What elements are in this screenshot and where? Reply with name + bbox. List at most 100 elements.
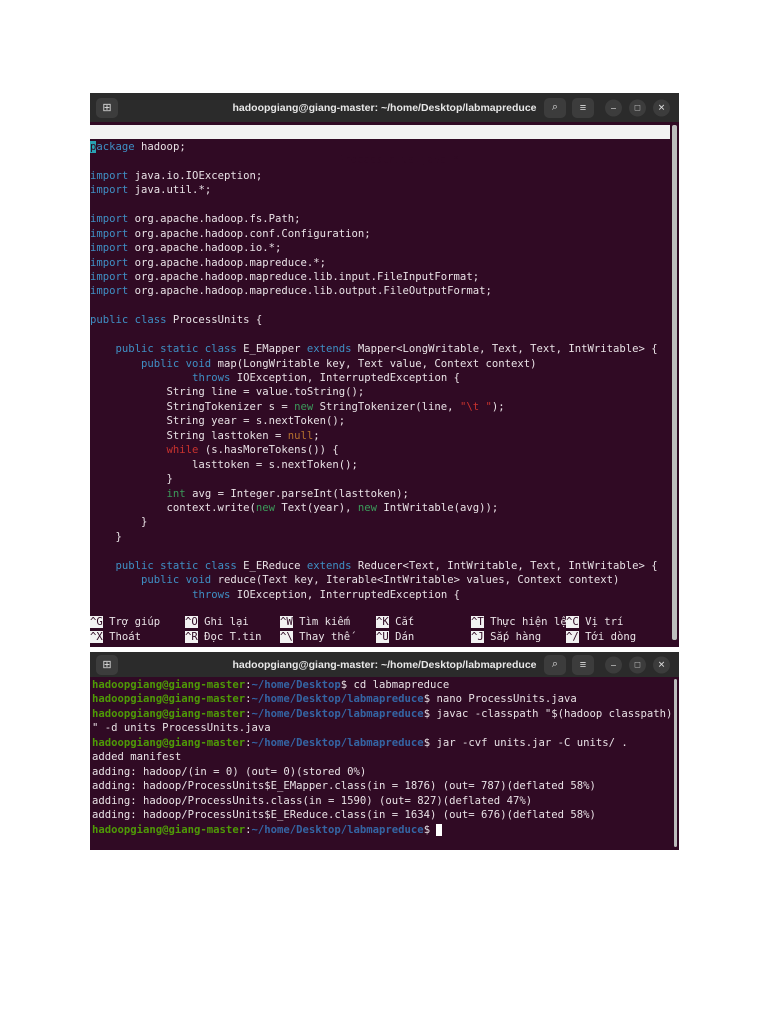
code-token: IntWritable(avg)); [377, 501, 499, 514]
close-button[interactable]: ✕ [653, 99, 670, 116]
prompt-path: ~/home/Desktop/labmapreduce [251, 736, 424, 749]
search-button[interactable]: ⌕ [544, 654, 566, 675]
output-line: adding: hadoop/ProcessUnits.class(in = 1… [92, 794, 672, 808]
code-line: while (s.hasMoreTokens()) { [90, 443, 658, 457]
menu-button[interactable]: ≡ [572, 654, 594, 675]
code-token: new [294, 400, 314, 413]
code-token: context.write( [90, 501, 256, 514]
code-line: public class ProcessUnits { [90, 313, 658, 327]
code-line: public static class E_EMapper extends Ma… [90, 342, 658, 356]
prompt-user: hadoopgiang@giang-master [92, 679, 246, 691]
shortcut-item[interactable]: ^\ Thay thế [280, 630, 350, 644]
shortcut-item[interactable]: ^/ Tới dòng [566, 630, 636, 644]
shortcut-item[interactable]: ^X Thoát [90, 630, 141, 644]
code-token: IOException, InterruptedException { [230, 372, 460, 384]
shortcut-label: Trợ giúp [109, 616, 161, 628]
shortcut-item[interactable]: ^W Tìm kiếm [280, 615, 350, 629]
code-token: public static class [115, 343, 237, 356]
code-line: public void reduce(Text key, Iterable<In… [90, 573, 658, 587]
code-line: String lasttoken = null; [90, 429, 658, 443]
shortcut-item[interactable]: ^J Sắp hàng [471, 630, 541, 644]
prompt-path: ~/home/Desktop/labmapreduce [251, 707, 424, 720]
code-token: org.apache.hadoop.conf.Configuration; [128, 227, 371, 240]
command-text: $ [423, 823, 437, 836]
code-line: String year = s.nextToken(); [90, 414, 658, 428]
terminal-cursor [436, 823, 443, 836]
code-editor[interactable]: package hadoop; import java.io.IOExceptio… [90, 140, 658, 602]
shortcut-item[interactable]: ^U Dán [376, 630, 414, 644]
minimize-button[interactable]: – [605, 99, 622, 116]
output-text: adding: hadoop/ProcessUnits$E_EReduce.cl… [92, 809, 596, 822]
shortcut-label: Dán [395, 631, 415, 643]
maximize-button[interactable]: □ [629, 656, 646, 673]
code-token: Reducer<Text, IntWritable, Text, IntWrit… [351, 559, 658, 572]
new-tab-button[interactable]: ⊞ [96, 97, 118, 118]
code-token: org.apache.hadoop.mapreduce.lib.input.Fi… [128, 270, 480, 283]
terminal-output[interactable]: hadoopgiang@giang-master:~/home/Desktop$… [92, 678, 672, 837]
shortcut-key: ^G [90, 616, 103, 628]
hamburger-icon: ≡ [579, 101, 587, 114]
code-token: import [90, 213, 129, 226]
search-button[interactable]: ⌕ [544, 97, 566, 118]
code-line: import org.apache.hadoop.mapreduce.lib.o… [90, 284, 658, 298]
shortcut-item[interactable]: ^K Cắt [376, 615, 414, 629]
code-token: ProcessUnits { [166, 314, 263, 327]
minimize-button[interactable]: – [605, 656, 622, 673]
code-token: E_EReduce [236, 559, 307, 572]
shortcut-key: ^X [90, 631, 103, 643]
shortcut-label: Thoát [109, 631, 142, 643]
shortcut-key: ^\ [280, 631, 293, 643]
close-button[interactable]: ✕ [653, 656, 670, 673]
code-token: java.util.*; [128, 184, 212, 197]
scrollbar[interactable] [674, 679, 677, 847]
prompt-path: ~/home/Desktop/labmapreduce [251, 693, 424, 706]
output-text: adding: hadoop/ProcessUnits$E_EMapper.cl… [92, 780, 596, 793]
code-token: public static class [115, 559, 237, 572]
nano-terminal-window: ⊞ hadoopgiang@giang-master: ~/home/Deskt… [90, 93, 679, 647]
code-token: ackage [96, 141, 135, 153]
code-token: extends [306, 559, 352, 572]
code-token: E_EMapper [236, 343, 307, 356]
shortcut-label: Thay thế [299, 631, 351, 643]
shortcut-item[interactable]: ^R Đọc T.tin [185, 630, 262, 644]
new-tab-button[interactable]: ⊞ [96, 654, 118, 675]
code-token: ); [491, 400, 505, 413]
shortcut-item[interactable]: ^T Thực hiện lệ [471, 615, 567, 629]
prompt-line: hadoopgiang@giang-master:~/home/Desktop/… [92, 736, 672, 750]
shortcut-key: ^C [566, 616, 579, 628]
code-line: import org.apache.hadoop.mapreduce.*; [90, 256, 658, 270]
command-text: $ cd labmapreduce [340, 679, 450, 691]
shortcut-item[interactable]: ^C Vị trí [566, 615, 623, 629]
code-line: } [90, 530, 658, 544]
shortcut-key: ^K [376, 616, 389, 628]
code-line: context.write(new Text(year), new IntWri… [90, 501, 658, 515]
menu-button[interactable]: ≡ [572, 97, 594, 118]
code-token: "\t " [459, 400, 492, 413]
code-line: import java.io.IOException; [90, 169, 658, 183]
shortcut-row: ^X Thoát ^R Đọc T.tin ^\ Thay thế ^U Dán ^J … [90, 630, 679, 645]
shortcut-label: Vị trí [585, 616, 624, 628]
code-token: Text(year), [274, 501, 358, 514]
nano-header: GNU nano 7.2 ProcessUnits.java * [90, 125, 670, 166]
shortcut-label: Tới dòng [585, 631, 637, 643]
shortcut-item[interactable]: ^O Ghi lại [185, 615, 249, 629]
code-line: int avg = Integer.parseInt(lasttoken); [90, 487, 658, 501]
shortcut-label: Ghi lại [204, 616, 249, 628]
prompt-line: hadoopgiang@giang-master:~/home/Desktop/… [92, 692, 672, 706]
code-token: String line = value.toString(); [90, 386, 365, 399]
maximize-button[interactable]: □ [629, 99, 646, 116]
search-icon: ⌕ [551, 101, 559, 113]
shortcut-item[interactable]: ^G Trợ giúp [90, 615, 160, 629]
scrollbar[interactable] [672, 125, 677, 640]
code-line: throws IOException, InterruptedException… [90, 371, 658, 385]
